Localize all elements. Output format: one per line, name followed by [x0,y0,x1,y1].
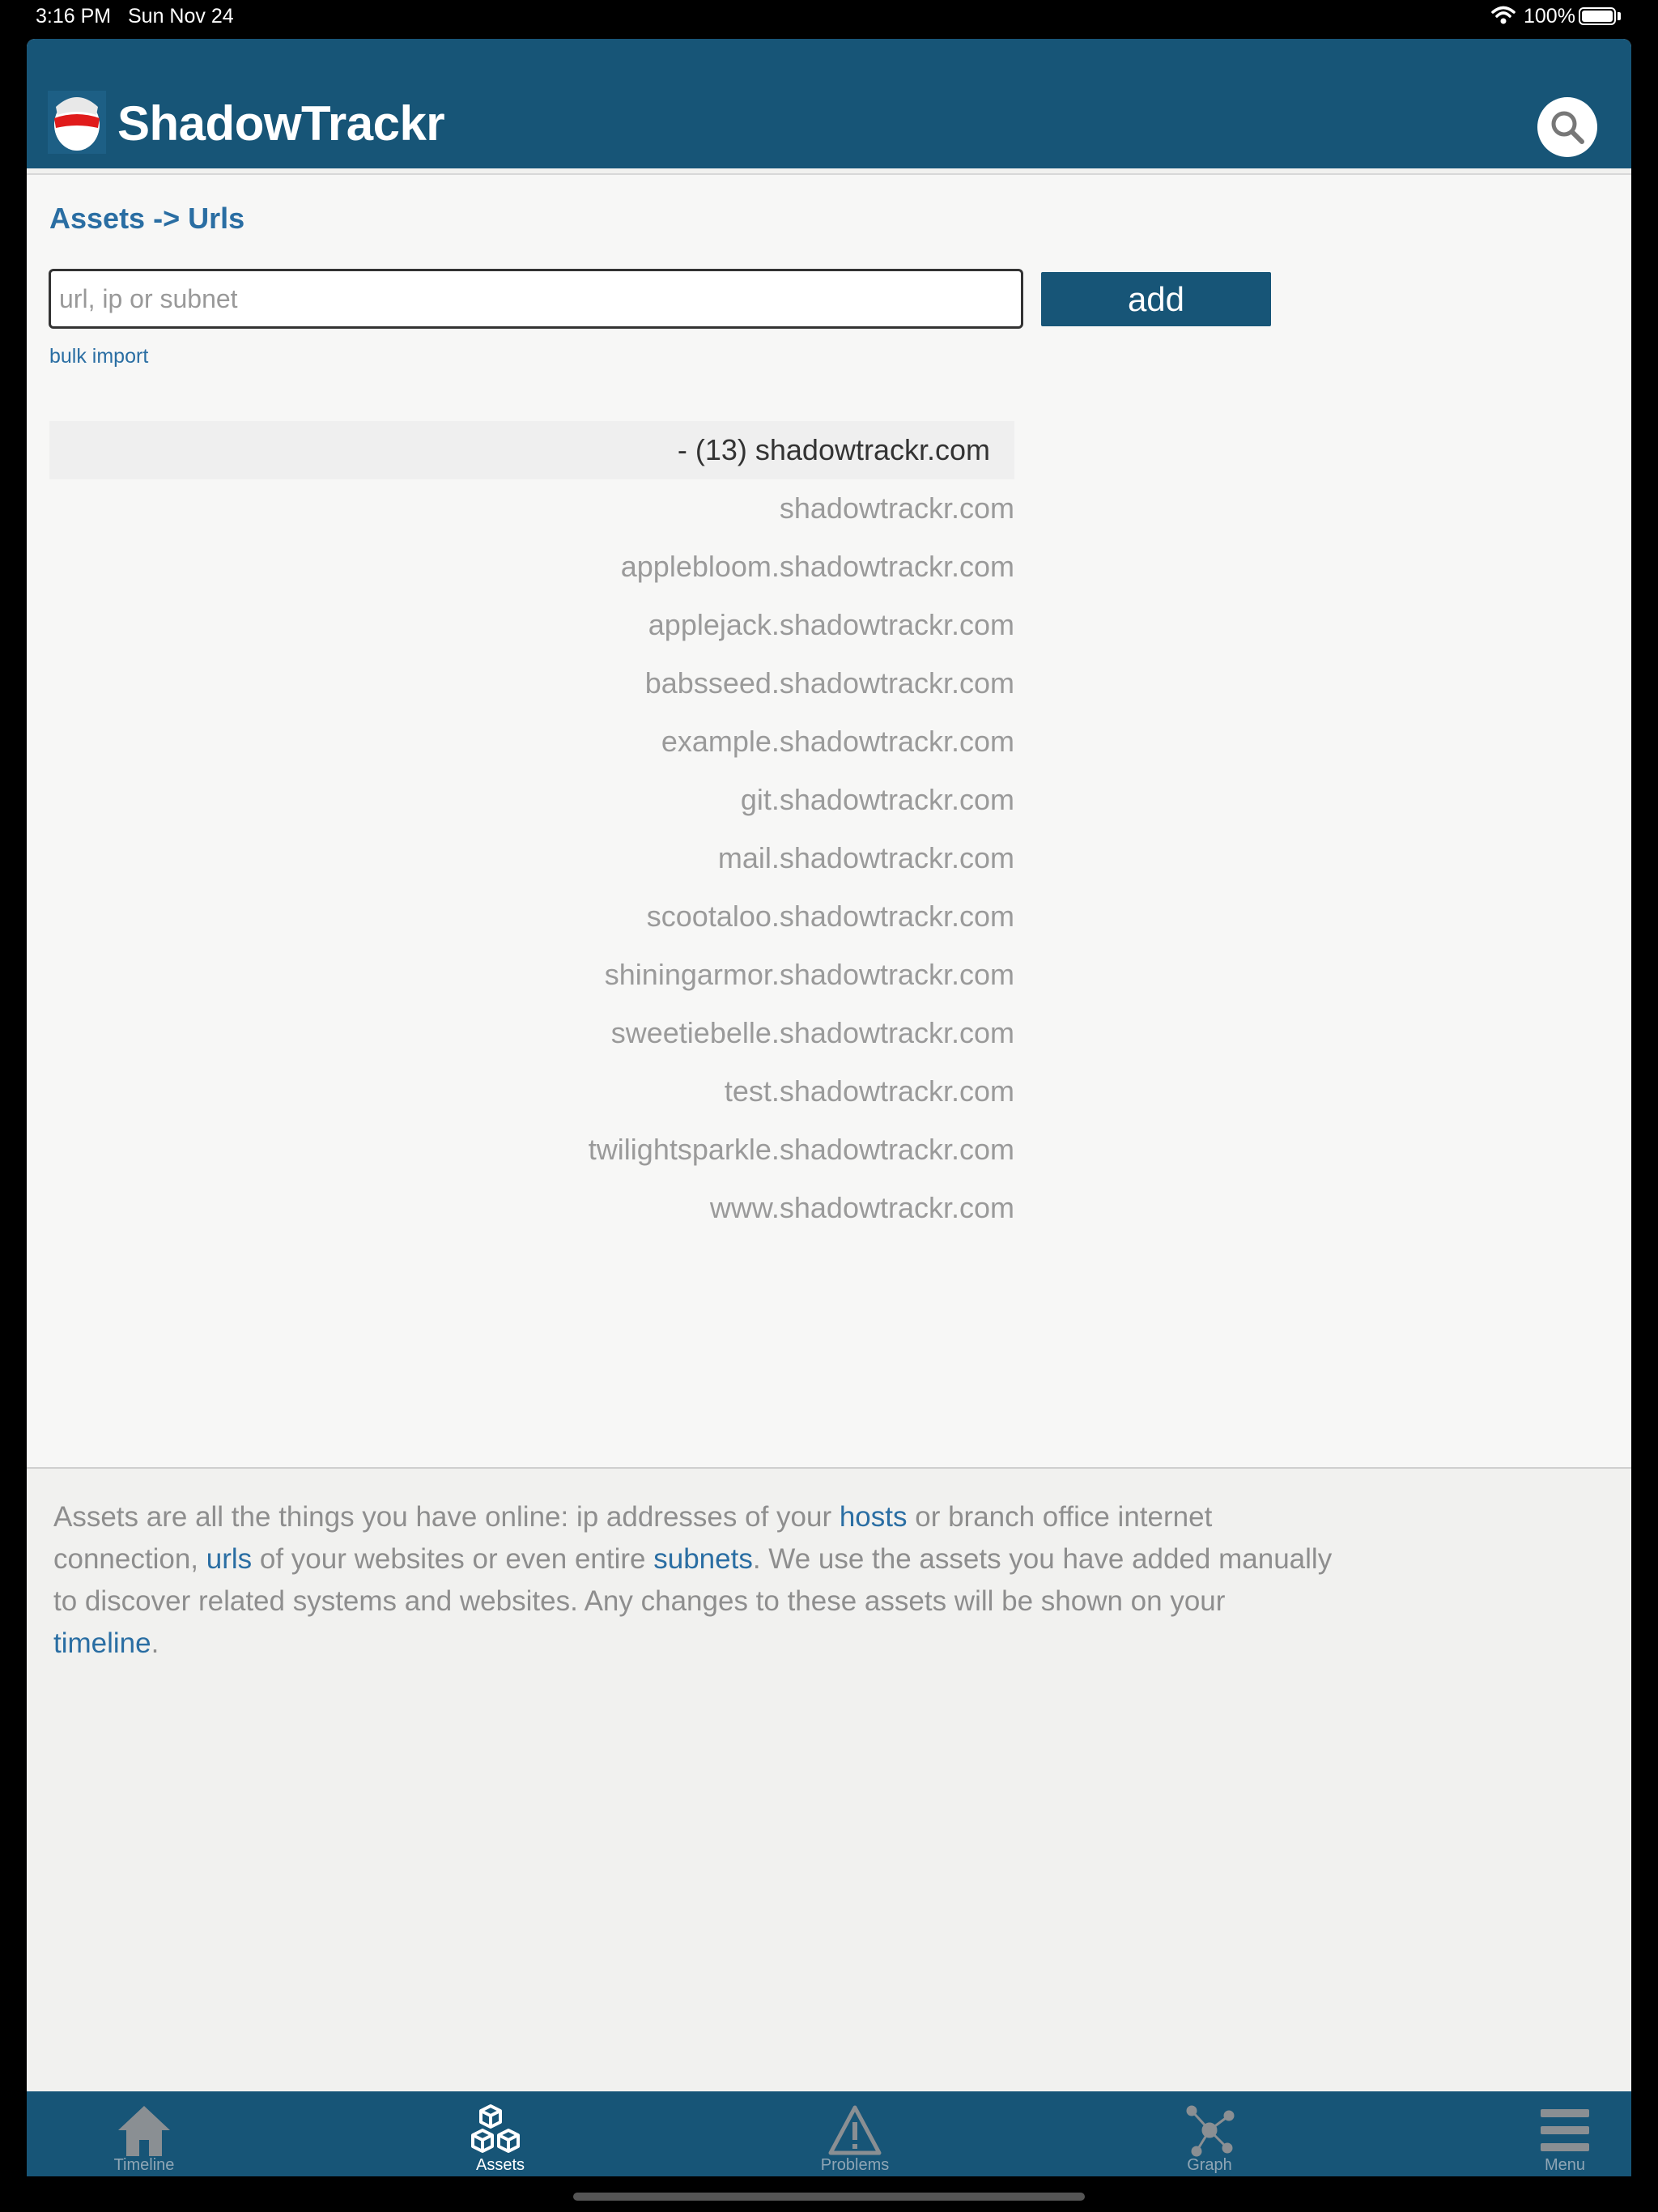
url-item[interactable]: applejack.shadowtrackr.com [49,596,1014,654]
subnets-link[interactable]: subnets [653,1543,753,1575]
url-list: - (13) shadowtrackr.com shadowtrackr.com… [49,421,1014,1237]
urls-link[interactable]: urls [206,1543,252,1575]
url-item[interactable]: test.shadowtrackr.com [49,1062,1014,1121]
url-item[interactable]: twilightsparkle.shadowtrackr.com [49,1121,1014,1179]
graph-icon [1180,2103,1239,2158]
status-time: 3:16 PM [36,5,112,28]
logo-icon [48,91,106,154]
breadcrumb[interactable]: Assets -> Urls [49,202,244,236]
tab-graph[interactable]: Graph [1157,2091,1262,2176]
tab-label: Assets [475,2156,525,2174]
help-text-1: Assets are all the things you have onlin… [53,1501,840,1533]
cubes-icon [471,2103,529,2158]
hosts-link[interactable]: hosts [840,1501,908,1533]
tab-problems[interactable]: Problems [802,2091,908,2176]
assets-panel: Assets -> Urls add bulk import - (13) sh… [27,173,1631,1469]
url-item[interactable]: git.shadowtrackr.com [49,771,1014,829]
search-icon [1551,111,1584,144]
menu-icon [1536,2103,1594,2158]
tab-timeline[interactable]: Timeline [91,2091,197,2176]
url-item[interactable]: scootaloo.shadowtrackr.com [49,887,1014,946]
url-item[interactable]: www.shadowtrackr.com [49,1179,1014,1237]
status-date: Sun Nov 24 [128,5,234,28]
url-item[interactable]: shiningarmor.shadowtrackr.com [49,946,1014,1004]
brand-name: ShadowTrackr [117,96,445,151]
home-indicator[interactable] [573,2193,1085,2201]
bulk-import-link[interactable]: bulk import [49,345,148,368]
tab-label: Menu [1544,2156,1586,2174]
timeline-link[interactable]: timeline [53,1627,151,1659]
tab-bar: Timeline Assets Problems Graph Menu [27,2091,1631,2176]
app-header: ShadowTrackr [27,39,1631,168]
help-text-3: of your websites or even entire [252,1543,654,1575]
url-item[interactable]: babsseed.shadowtrackr.com [49,654,1014,713]
tab-label: Timeline [113,2156,175,2174]
wifi-icon [1491,5,1516,32]
help-text-5: . [151,1627,159,1659]
url-item[interactable]: example.shadowtrackr.com [49,713,1014,771]
battery-icon [1579,7,1616,25]
url-item[interactable]: sweetiebelle.shadowtrackr.com [49,1004,1014,1062]
tab-menu[interactable]: Menu [1512,2091,1618,2176]
url-group-header[interactable]: - (13) shadowtrackr.com [49,421,1014,479]
url-item[interactable]: mail.shadowtrackr.com [49,829,1014,887]
home-icon [115,2103,173,2158]
status-bar: 3:16 PM Sun Nov 24 100% [0,0,1658,37]
url-item[interactable]: shadowtrackr.com [49,479,1014,538]
battery-percent: 100% [1524,5,1575,28]
tab-assets[interactable]: Assets [448,2091,553,2176]
help-text: Assets are all the things you have onlin… [53,1496,1333,1665]
url-input[interactable] [49,269,1023,329]
url-item[interactable]: applebloom.shadowtrackr.com [49,538,1014,596]
app-window: ShadowTrackr Assets -> Urls add bulk imp… [27,39,1631,2176]
warning-icon [826,2103,884,2158]
add-button[interactable]: add [1041,272,1271,326]
tab-label: Problems [820,2156,890,2174]
battery-tip [1618,12,1621,20]
search-button[interactable] [1537,97,1597,157]
tab-label: Graph [1187,2156,1232,2174]
